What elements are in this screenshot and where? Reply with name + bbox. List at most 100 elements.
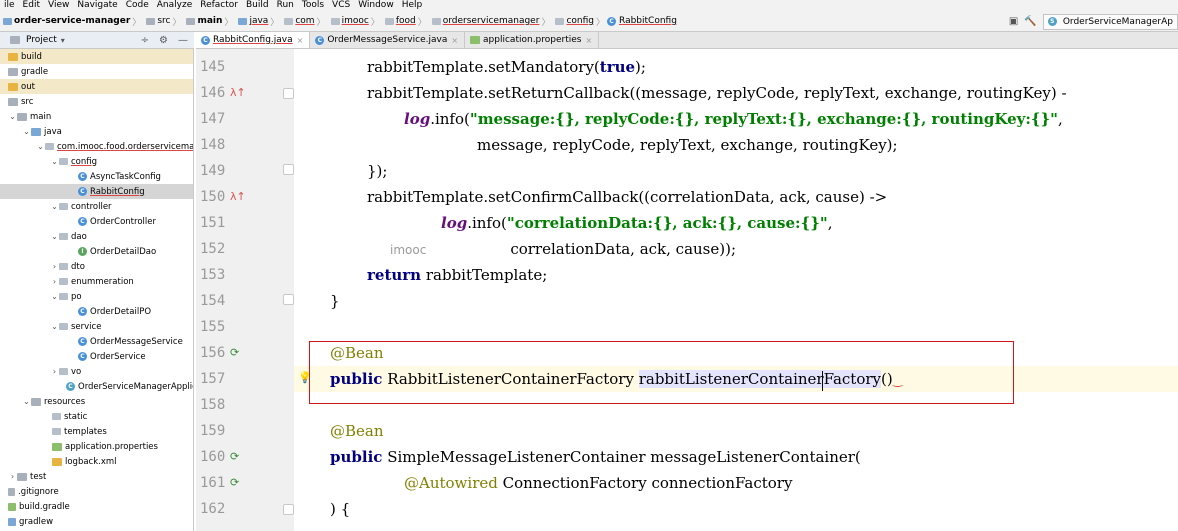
close-icon[interactable]: × <box>451 36 458 45</box>
tab-ordermessageservice[interactable]: C OrderMessageService.java × <box>310 32 466 48</box>
tree-item-rabbitconfig[interactable]: C RabbitConfig <box>0 184 193 199</box>
chevron-right-icon[interactable]: › <box>50 262 59 271</box>
close-icon[interactable]: × <box>297 36 304 45</box>
tree-item-po[interactable]: ⌄ po <box>50 289 81 304</box>
close-icon[interactable]: × <box>585 36 592 45</box>
tree-item-ordermessageservice[interactable]: C OrderMessageService <box>78 334 183 349</box>
chevron-down-icon[interactable]: ⌄ <box>22 127 31 136</box>
fold-marker-icon[interactable] <box>283 88 294 99</box>
menu-edit[interactable]: Edit <box>23 0 40 11</box>
tree-item-service[interactable]: ⌄ service <box>50 319 101 334</box>
tab-rabbitconfig[interactable]: C RabbitConfig.java × <box>196 32 311 48</box>
menu-run[interactable]: Run <box>277 0 294 11</box>
chevron-down-icon[interactable]: ⌄ <box>50 202 59 211</box>
tree-item-java[interactable]: ⌄ java <box>22 124 62 139</box>
tree-item-ordercontroller[interactable]: C OrderController <box>78 214 156 229</box>
menu-vcs[interactable]: VCS <box>332 0 350 11</box>
tree-item-dao[interactable]: ⌄ dao <box>50 229 87 244</box>
project-panel-tools: ÷ ⚙ — <box>141 32 188 49</box>
tree-item-static[interactable]: static <box>52 409 87 424</box>
project-panel-title[interactable]: Project <box>26 35 57 45</box>
chevron-down-icon[interactable]: ⌄ <box>50 292 59 301</box>
tree-item-out[interactable]: out <box>0 79 193 94</box>
spring-bean-icon[interactable]: ⟳ <box>230 346 239 360</box>
fold-marker-icon[interactable] <box>283 294 294 305</box>
tree-item-orderdetailpo[interactable]: C OrderDetailPO <box>78 304 151 319</box>
tree-item-main[interactable]: ⌄ main <box>8 109 51 124</box>
breadcrumb-main[interactable]: main <box>197 16 222 26</box>
chevron-down-icon[interactable]: ⌄ <box>8 112 17 121</box>
line-number: 155 <box>200 319 226 335</box>
line-number: 149 <box>200 163 226 179</box>
breadcrumb-imooc[interactable]: imooc <box>342 16 369 26</box>
menu-window[interactable]: Window <box>358 0 394 11</box>
menu-code[interactable]: Code <box>126 0 149 11</box>
spring-bean-icon[interactable]: ⟳ <box>230 476 239 490</box>
code-editor[interactable]: rabbitTemplate.setMandatory(true); rabbi… <box>294 49 1178 531</box>
chevron-down-icon[interactable]: ⌄ <box>36 142 45 151</box>
breadcrumb-orderservicemanager[interactable]: orderservicemanager <box>443 16 540 26</box>
breadcrumb-java[interactable]: java <box>249 16 268 26</box>
tree-item-templates[interactable]: templates <box>52 424 107 439</box>
breadcrumb-config[interactable]: config <box>566 16 594 26</box>
tree-item-gradlew[interactable]: gradlew <box>8 514 53 529</box>
lambda-implementation-icon[interactable]: λ↑ <box>230 86 246 100</box>
menu-tools[interactable]: Tools <box>302 0 324 11</box>
tree-item-resources[interactable]: ⌄ resources <box>22 394 85 409</box>
breadcrumb-com[interactable]: com <box>295 16 314 26</box>
run-configuration-select[interactable]: S OrderServiceManagerAp <box>1042 13 1178 30</box>
chevron-right-icon[interactable]: › <box>50 367 59 376</box>
tree-item-application-properties[interactable]: application.properties <box>52 439 158 454</box>
tree-item-enummeration[interactable]: › enummeration <box>50 274 134 289</box>
tab-application-properties[interactable]: application.properties × <box>465 32 600 48</box>
tree-item-vo[interactable]: › vo <box>50 364 81 379</box>
tree-item-orderservicemanagerapplication[interactable]: C OrderServiceManagerApplic <box>66 379 193 394</box>
menu-build[interactable]: Build <box>246 0 269 11</box>
tree-item-logback-xml[interactable]: logback.xml <box>52 454 117 469</box>
chevron-right-icon[interactable]: › <box>50 277 59 286</box>
hammer-build-icon[interactable]: 🔨 <box>1024 16 1036 27</box>
tree-item-controller[interactable]: ⌄ controller <box>50 199 111 214</box>
chevron-right-icon: 〉 <box>541 17 551 28</box>
tree-item-orderservice[interactable]: C OrderService <box>78 349 146 364</box>
breadcrumb-food[interactable]: food <box>396 16 416 26</box>
tree-item-dto[interactable]: › dto <box>50 259 85 274</box>
menu-analyze[interactable]: Analyze <box>157 0 192 11</box>
menu-refactor[interactable]: Refactor <box>200 0 238 11</box>
class-icon: C <box>78 217 87 226</box>
project-structure-icon[interactable]: ▣ <box>1009 16 1018 27</box>
chevron-down-icon[interactable]: ⌄ <box>22 397 31 406</box>
gear-icon[interactable]: ⚙ <box>159 35 168 46</box>
tree-item-gradle[interactable]: gradle <box>0 64 48 79</box>
breadcrumb-project[interactable]: order-service-manager <box>14 16 130 26</box>
chevron-down-icon[interactable]: ▾ <box>61 36 65 45</box>
line-number: 150 <box>200 189 226 205</box>
menu-help[interactable]: Help <box>402 0 423 11</box>
chevron-down-icon[interactable]: ⌄ <box>50 322 59 331</box>
menu-navigate[interactable]: Navigate <box>77 0 117 11</box>
tree-item-gitignore[interactable]: .gitignore <box>8 484 59 499</box>
tree-item-test[interactable]: › test <box>8 469 46 484</box>
tree-item-config[interactable]: ⌄ config <box>50 154 97 169</box>
breadcrumb-src[interactable]: src <box>157 16 170 26</box>
tree-item-orderdetaildao[interactable]: I OrderDetailDao <box>78 244 156 259</box>
breadcrumb-rabbitconfig[interactable]: RabbitConfig <box>619 16 677 26</box>
tree-item-asynctaskconfig[interactable]: C AsyncTaskConfig <box>78 169 161 184</box>
code-string: "message:{}, replyCode:{}, replyText:{},… <box>469 110 1058 128</box>
menu-file[interactable]: ile <box>4 0 15 11</box>
tree-item-build[interactable]: build <box>0 49 193 64</box>
menu-view[interactable]: View <box>48 0 69 11</box>
chevron-down-icon[interactable]: ⌄ <box>50 232 59 241</box>
collapse-all-icon[interactable]: ÷ <box>141 35 149 46</box>
tree-item-src[interactable]: src <box>0 94 33 109</box>
tree-item-package-root[interactable]: ⌄ com.imooc.food.orderservicema <box>36 139 193 154</box>
chevron-down-icon[interactable]: ⌄ <box>50 157 59 166</box>
chevron-right-icon[interactable]: › <box>8 472 17 481</box>
lambda-implementation-icon[interactable]: λ↑ <box>230 190 246 204</box>
tree-item-build-gradle[interactable]: build.gradle <box>8 499 70 514</box>
fold-marker-icon[interactable] <box>283 164 294 175</box>
fold-marker-icon[interactable] <box>283 504 294 515</box>
spring-bean-icon[interactable]: ⟳ <box>230 450 239 464</box>
hide-panel-icon[interactable]: — <box>178 35 188 46</box>
tab-label: application.properties <box>483 35 582 45</box>
